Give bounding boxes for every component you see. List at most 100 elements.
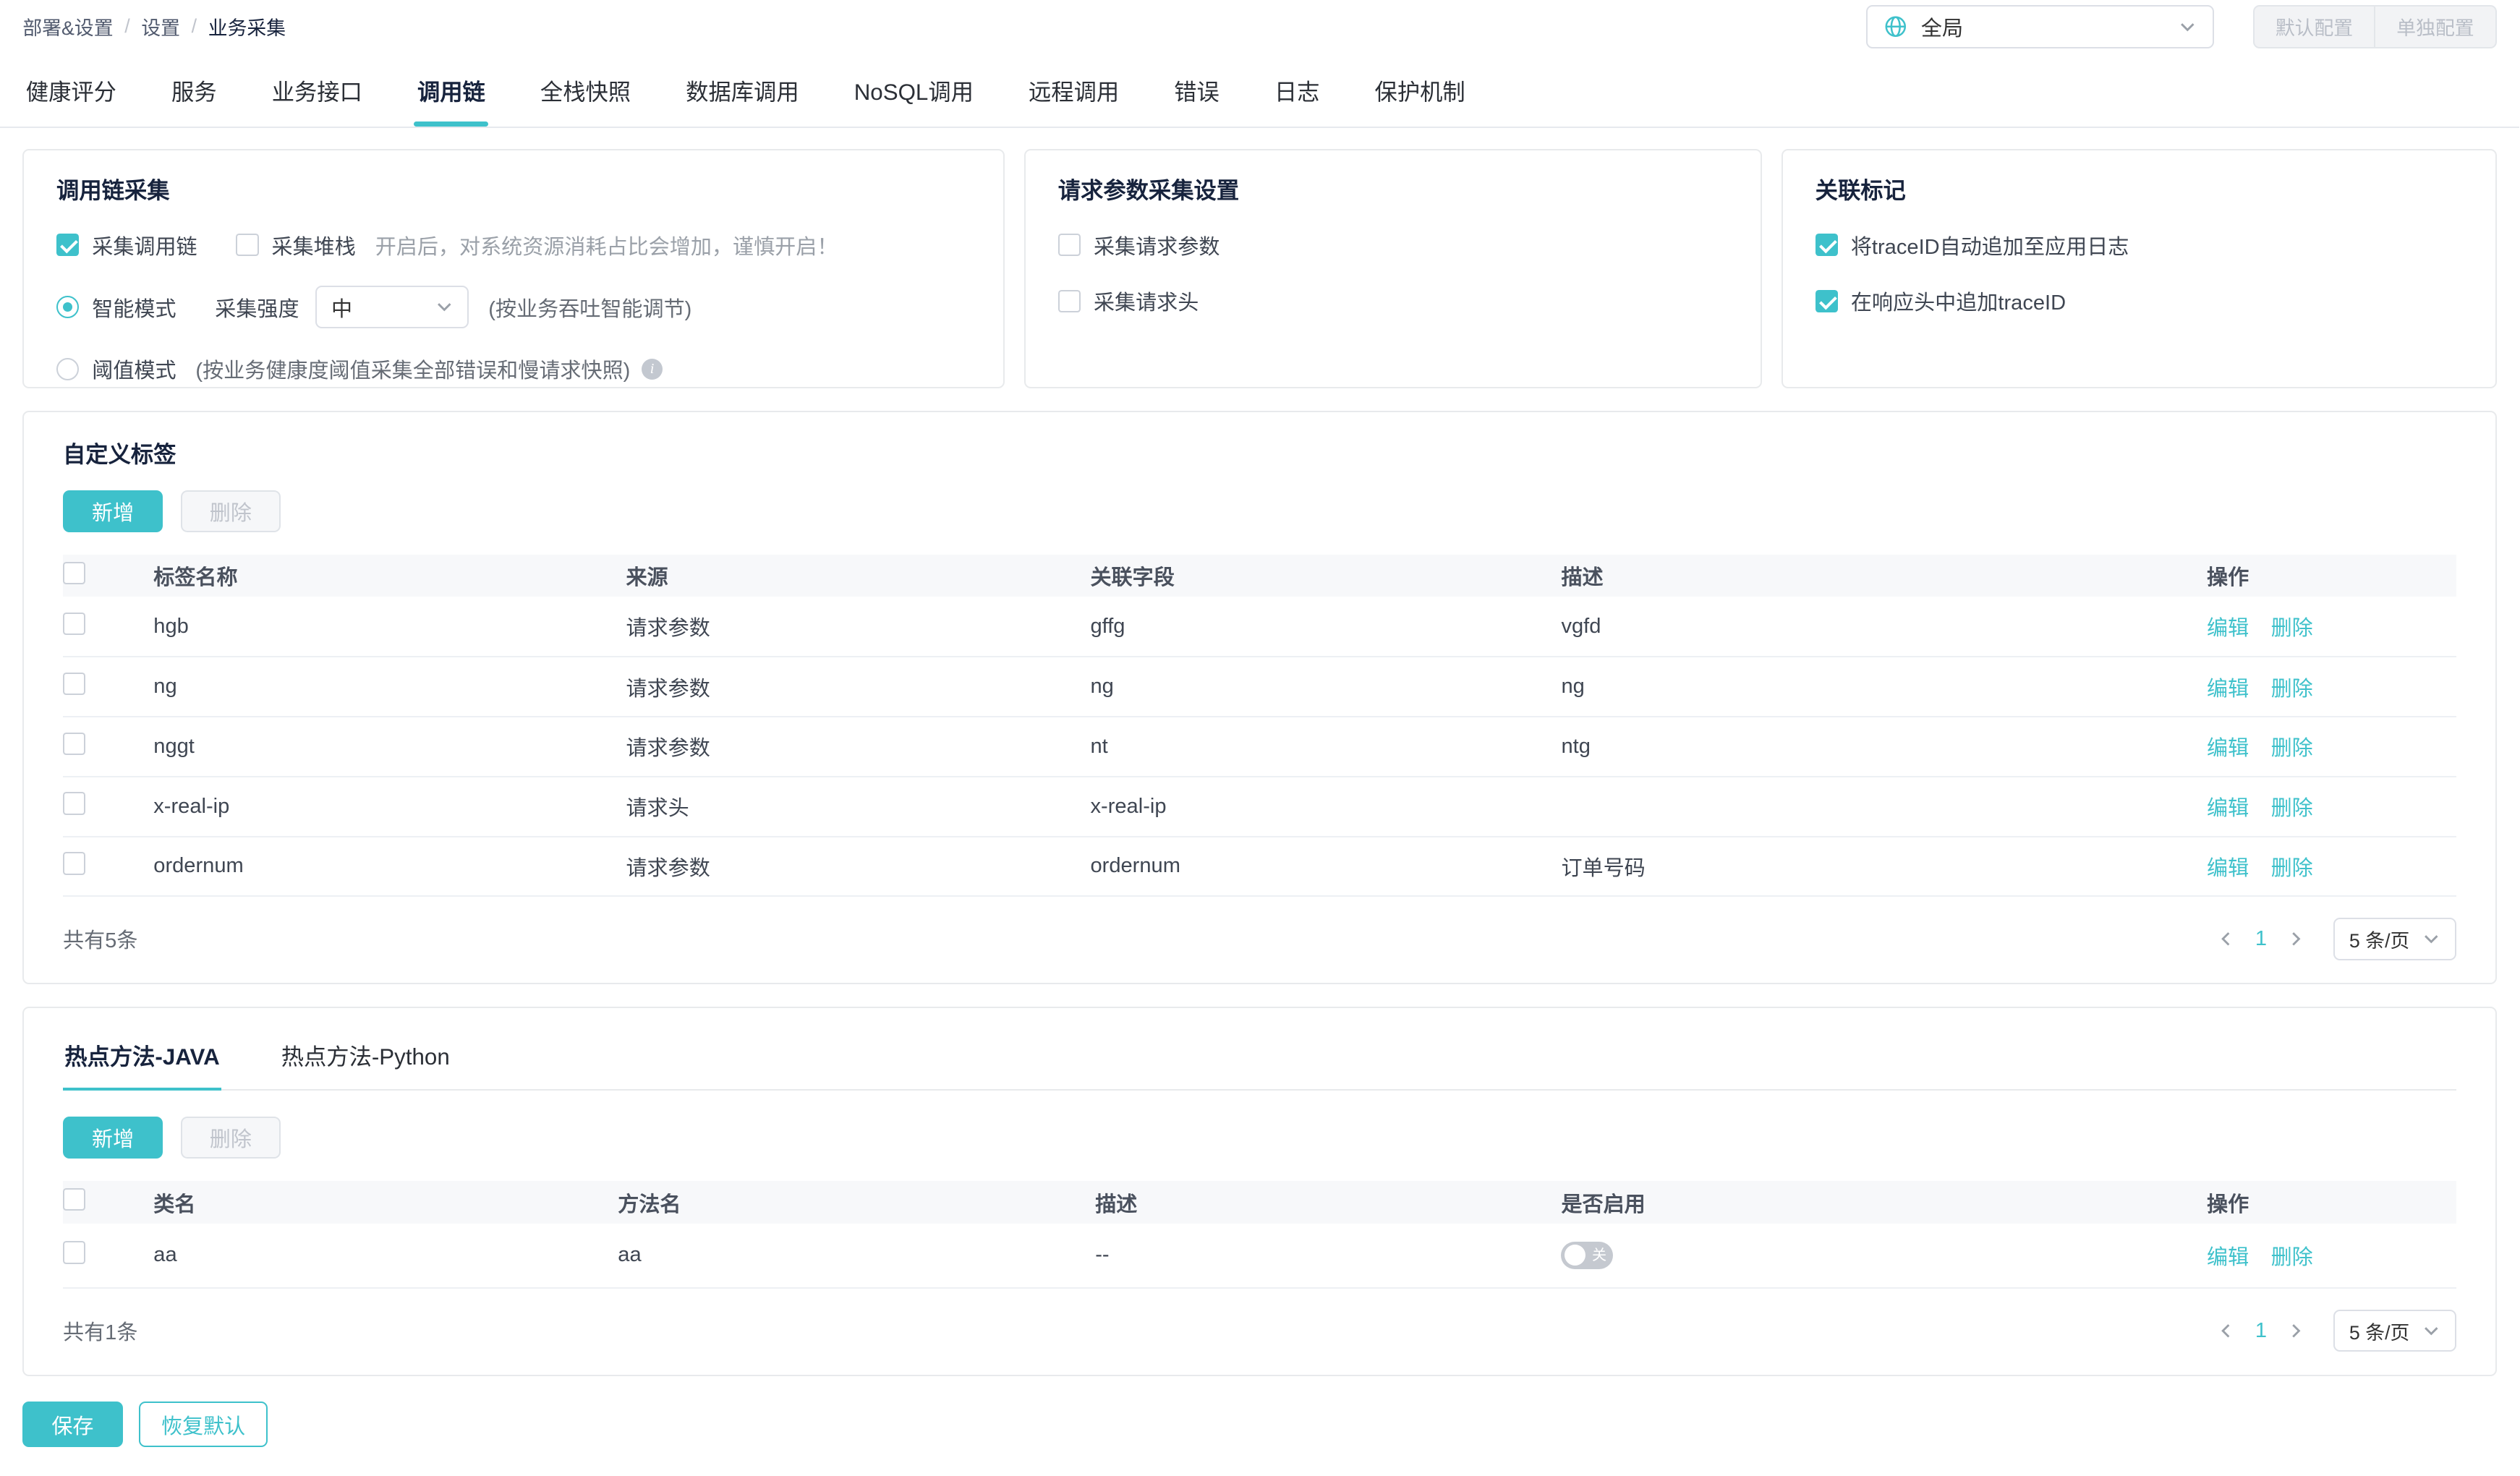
page-size-select[interactable]: 5 条/页	[2333, 918, 2456, 960]
edit-link[interactable]: 编辑	[2207, 797, 2249, 820]
append-traceid-log-row: 将traceID自动追加至应用日志	[1815, 230, 2463, 260]
page-size-value: 5 条/页	[2349, 1321, 2410, 1344]
collect-request-headers-label: 采集请求头	[1093, 291, 1199, 315]
prev-page-icon[interactable]	[2218, 1322, 2236, 1340]
tab-logs[interactable]: 日志	[1271, 54, 1323, 127]
threshold-mode-radio[interactable]	[56, 357, 80, 381]
tab-services[interactable]: 服务	[169, 54, 221, 127]
tab-remote-calls[interactable]: 远程调用	[1026, 54, 1123, 127]
collect-stack-checkbox[interactable]	[236, 234, 259, 257]
cell-source: 请求参数	[613, 836, 1078, 897]
tab-health-score[interactable]: 健康评分	[22, 54, 119, 127]
save-button[interactable]: 保存	[22, 1402, 123, 1448]
threshold-mode-hint: (按业务健康度阈值采集全部错误和慢请求快照)	[195, 359, 631, 383]
cell-desc: ntg	[1548, 716, 2195, 777]
edit-link[interactable]: 编辑	[2207, 617, 2249, 640]
collect-trace-checkbox[interactable]	[56, 234, 80, 257]
delete-link[interactable]: 删除	[2271, 1246, 2313, 1269]
tab-database-calls[interactable]: 数据库调用	[683, 54, 802, 127]
row-checkbox[interactable]	[63, 672, 86, 696]
tab-errors[interactable]: 错误	[1171, 54, 1223, 127]
edit-link[interactable]: 编辑	[2207, 857, 2249, 880]
append-traceid-to-header-checkbox[interactable]	[1815, 289, 1838, 313]
topbar: 部署&设置 / 设置 / 业务采集 全局 默认配置 单独配置	[0, 0, 2519, 54]
cell-actions: 编辑 删除	[2194, 1223, 2456, 1289]
row-checkbox[interactable]	[63, 612, 86, 635]
collect-request-headers-checkbox[interactable]	[1057, 289, 1081, 313]
select-all-checkbox[interactable]	[63, 1187, 86, 1211]
prev-page-icon[interactable]	[2218, 930, 2236, 948]
default-config-button[interactable]: 默认配置	[2252, 4, 2376, 49]
edit-link[interactable]: 编辑	[2207, 737, 2249, 760]
cell-class: aa	[140, 1223, 605, 1289]
breadcrumb-item-deploy-settings[interactable]: 部署&设置	[22, 12, 113, 40]
row-checkbox[interactable]	[63, 732, 86, 755]
enable-toggle[interactable]: 关	[1561, 1241, 1614, 1269]
page-number[interactable]: 1	[2255, 1319, 2267, 1343]
pagination: 1 5 条/页	[2218, 918, 2456, 960]
single-config-button[interactable]: 单独配置	[2375, 4, 2497, 49]
edit-link[interactable]: 编辑	[2207, 1246, 2249, 1269]
delete-link[interactable]: 删除	[2271, 857, 2313, 880]
select-all-checkbox[interactable]	[63, 561, 86, 585]
info-icon[interactable]	[642, 358, 663, 380]
delete-link[interactable]: 删除	[2271, 797, 2313, 820]
pagination: 1 5 条/页	[2218, 1310, 2456, 1352]
restore-default-button[interactable]: 恢复默认	[138, 1402, 268, 1448]
cell-actions: 编辑 删除	[2194, 657, 2456, 717]
next-page-icon[interactable]	[2286, 1322, 2304, 1340]
trace-collection-card: 调用链采集 采集调用链 采集堆栈 开启后，对系统资源消耗占比会增加，谨慎开启！ …	[22, 148, 1005, 388]
smart-mode-radio[interactable]	[56, 295, 80, 319]
cell-desc: --	[1082, 1223, 1549, 1289]
tab-fullstack-snapshot[interactable]: 全栈快照	[537, 54, 634, 127]
add-tag-button[interactable]: 新增	[63, 490, 163, 532]
add-method-button[interactable]: 新增	[63, 1116, 163, 1159]
collect-request-params-checkbox[interactable]	[1057, 234, 1081, 257]
collect-params-row: 采集请求参数	[1057, 230, 1729, 260]
collect-stack-label: 采集堆栈	[271, 235, 356, 259]
tab-hot-methods-java[interactable]: 热点方法-JAVA	[63, 1036, 221, 1091]
trace-checkbox-row: 采集调用链 采集堆栈 开启后，对系统资源消耗占比会增加，谨慎开启！	[56, 230, 971, 260]
hot-methods-table: 类名 方法名 描述 是否启用 操作 aa aa -- 关 编辑 删除	[63, 1181, 2456, 1289]
intensity-select[interactable]: 中	[315, 286, 469, 328]
tab-protection[interactable]: 保护机制	[1371, 54, 1468, 127]
cell-actions: 编辑 删除	[2194, 716, 2456, 777]
tab-call-chain[interactable]: 调用链	[414, 54, 489, 127]
append-traceid-to-log-label: 将traceID自动追加至应用日志	[1850, 235, 2129, 259]
tab-hot-methods-python[interactable]: 热点方法-Python	[279, 1036, 451, 1089]
column-header-desc: 描述	[1082, 1181, 1549, 1224]
delete-link[interactable]: 删除	[2271, 678, 2313, 701]
delete-tag-button[interactable]: 删除	[180, 490, 281, 532]
next-page-icon[interactable]	[2286, 930, 2304, 948]
delete-method-button[interactable]: 删除	[180, 1116, 281, 1159]
delete-link[interactable]: 删除	[2271, 737, 2313, 760]
smart-mode-row: 智能模式 采集强度 中 (按业务吞吐智能调节)	[56, 286, 971, 328]
cell-actions: 编辑 删除	[2194, 776, 2456, 837]
column-header-actions: 操作	[2194, 1181, 2456, 1224]
custom-tags-title: 自定义标签	[63, 441, 176, 467]
page-size-select[interactable]: 5 条/页	[2333, 1310, 2456, 1352]
edit-link[interactable]: 编辑	[2207, 678, 2249, 701]
row-checkbox[interactable]	[63, 852, 86, 875]
intensity-label: 采集强度	[215, 297, 299, 321]
append-traceid-to-log-checkbox[interactable]	[1815, 234, 1838, 257]
cell-name: hgb	[140, 597, 613, 658]
tab-business-api[interactable]: 业务接口	[268, 54, 365, 127]
row-checkbox[interactable]	[63, 1241, 86, 1264]
card-title: 请求参数采集设置	[1057, 178, 1240, 204]
row-checkbox[interactable]	[63, 792, 86, 815]
hot-methods-panel: 热点方法-JAVA 热点方法-Python 新增 删除 类名 方法名 描述 是否…	[22, 1007, 2497, 1376]
main-content: 调用链采集 采集调用链 采集堆栈 开启后，对系统资源消耗占比会增加，谨慎开启！ …	[0, 128, 2519, 1476]
delete-link[interactable]: 删除	[2271, 617, 2313, 640]
column-header-method: 方法名	[605, 1181, 1083, 1224]
breadcrumb: 部署&设置 / 设置 / 业务采集	[22, 12, 286, 40]
chevron-down-icon	[435, 298, 454, 316]
column-header-desc: 描述	[1548, 555, 2195, 597]
breadcrumb-item-settings[interactable]: 设置	[141, 12, 180, 40]
business-collection-page: 部署&设置 / 设置 / 业务采集 全局 默认配置 单独配置 健康评分 服务 业…	[0, 0, 2519, 1476]
tab-nosql-calls[interactable]: NoSQL调用	[851, 54, 976, 127]
page-number[interactable]: 1	[2255, 927, 2267, 951]
scope-select[interactable]: 全局	[1866, 4, 2215, 49]
custom-tags-table-footer: 共有5条 1 5 条/页	[63, 918, 2456, 960]
cell-field: gffg	[1077, 597, 1549, 658]
